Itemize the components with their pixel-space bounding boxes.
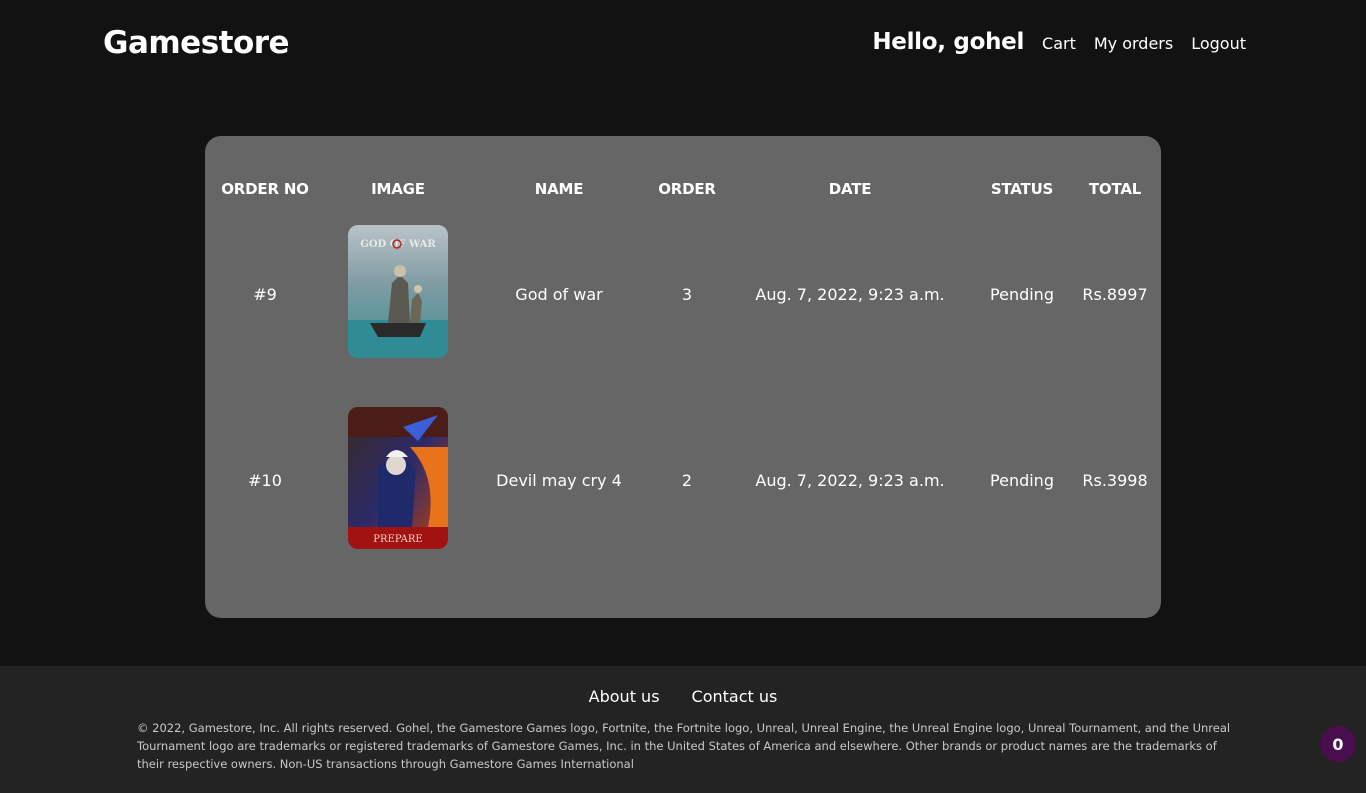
brand-logo[interactable]: Gamestore [103, 25, 290, 61]
order-date: Aug. 7, 2022, 9:23 a.m. [755, 471, 945, 490]
order-no: #10 [248, 471, 282, 490]
order-status: Pending [990, 471, 1054, 490]
col-header-date: DATE [828, 180, 872, 198]
contact-us-link[interactable]: Contact us [692, 687, 778, 706]
order-total: Rs.8997 [1082, 285, 1148, 304]
game-cover-image: GOD OF WAR [348, 225, 448, 358]
order-date: Aug. 7, 2022, 9:23 a.m. [755, 285, 945, 304]
game-name: God of war [515, 285, 603, 304]
col-header-order-no: ORDER NO [221, 180, 309, 198]
game-name: Devil may cry 4 [496, 471, 622, 490]
top-nav: Hello, gohel Cart My orders Logout [872, 29, 1246, 55]
legal-text: © 2022, Gamestore, Inc. All rights reser… [137, 721, 1231, 771]
col-header-total: TOTAL [1088, 180, 1142, 198]
order-qty: 3 [681, 285, 693, 304]
game-cover-image: PREPARE [348, 407, 448, 549]
nav-logout-link[interactable]: Logout [1191, 34, 1246, 53]
col-header-image: IMAGE [371, 180, 425, 198]
order-total: Rs.3998 [1082, 471, 1148, 490]
about-us-link[interactable]: About us [589, 687, 660, 706]
cart-count-badge[interactable]: 0 [1320, 726, 1356, 762]
col-header-order: ORDER [658, 180, 716, 198]
nav-my-orders-link[interactable]: My orders [1094, 34, 1173, 53]
order-status: Pending [990, 285, 1054, 304]
order-no: #9 [253, 285, 277, 304]
user-greeting: Hello, gohel [872, 29, 1025, 55]
footer-links: About us Contact us [0, 687, 1366, 706]
col-header-name: NAME [534, 180, 584, 198]
nav-cart-link[interactable]: Cart [1042, 34, 1076, 53]
page: Gamestore Hello, gohel Cart My orders Lo… [0, 0, 1366, 793]
cover-title: PREPARE [373, 534, 422, 545]
order-qty: 2 [681, 471, 693, 490]
col-header-status: STATUS [990, 180, 1054, 198]
site-footer: About us Contact us © 2022, Gamestore, I… [0, 666, 1366, 793]
orders-panel: ORDER NO IMAGE NAME ORDER DATE STATUS TO… [205, 136, 1161, 618]
site-header: Gamestore Hello, gohel Cart My orders Lo… [0, 0, 1366, 90]
